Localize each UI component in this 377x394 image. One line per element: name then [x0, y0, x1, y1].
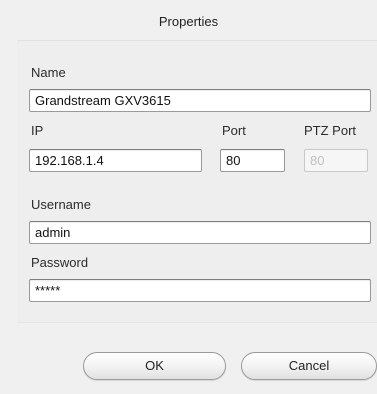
- username-label: Username: [31, 197, 91, 212]
- port-label: Port: [222, 123, 246, 138]
- ok-button[interactable]: OK: [83, 352, 226, 380]
- ip-input[interactable]: [29, 149, 202, 172]
- ptz-port-input: [304, 149, 368, 172]
- ptz-port-label: PTZ Port: [304, 123, 357, 138]
- name-label: Name: [31, 65, 66, 80]
- password-input[interactable]: [29, 279, 371, 302]
- dialog-title: Properties: [158, 14, 219, 29]
- port-input[interactable]: [220, 149, 285, 172]
- name-input[interactable]: [29, 89, 371, 112]
- ip-label: IP: [31, 123, 44, 138]
- username-input[interactable]: [29, 221, 371, 244]
- properties-dialog: Properties Name IP Port PTZ Port Usernam…: [0, 0, 377, 394]
- password-label: Password: [31, 255, 89, 270]
- cancel-button[interactable]: Cancel: [241, 352, 377, 380]
